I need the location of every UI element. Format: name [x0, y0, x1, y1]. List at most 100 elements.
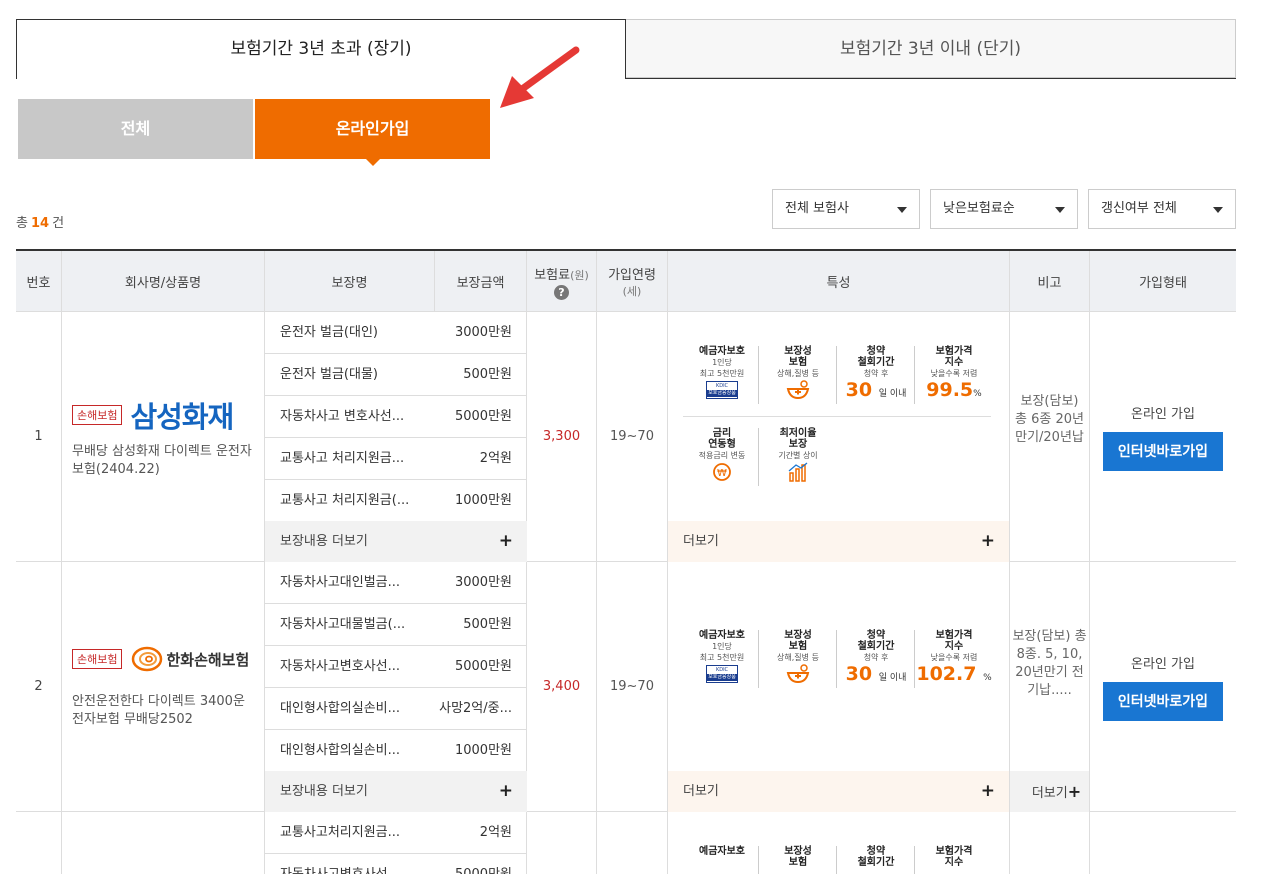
table-row: 1 손해보험 삼성화재 무배당 삼성화재 다이렉트 운전자보험(2404.22)… — [16, 312, 1236, 562]
coverage-cell: 교통사고처리지원금...2억원 자동차사고변호사선...5000만원 — [265, 812, 527, 874]
period-tabs: 보험기간 3년 초과 (장기) 보험기간 3년 이내 (단기) — [16, 19, 1236, 79]
feature-minimum-rate: 최저이율 보장 기간별 상이 — [759, 428, 837, 487]
note-more-button[interactable]: 더보기+ — [1010, 771, 1089, 812]
product-table: 번호 회사명/상품명 보장명 보장금액 보험료(원) ? 가입연령 (세) 특성 … — [16, 249, 1236, 874]
table-header: 번호 회사명/상품명 보장명 보장금액 보험료(원) ? 가입연령 (세) 특성 … — [16, 251, 1236, 312]
coverage-item: 대인형사합의실손비... 1000만원 — [265, 730, 527, 772]
note-text: 보장(담보) 총 8종. 5, 10, 20년만기 전기납..... — [1012, 629, 1087, 698]
kdic-protection-icon: KDIC 보호금융상품 — [706, 381, 738, 399]
company-cell: 손해보험 삼성화재 무배당 삼성화재 다이렉트 운전자보험(2404.22) — [62, 312, 265, 561]
company-logo: 손해보험 삼성화재 — [72, 394, 234, 436]
th-note: 비고 — [1010, 251, 1090, 312]
feature-withdrawal-period: 청약 철회기간 청약 후 30 일 이내 — [845, 630, 907, 685]
feature-protection-type: 보장성 보험 — [784, 846, 812, 868]
feature-price-index: 보험가격 지수 — [935, 846, 973, 868]
coverage-more-button[interactable]: 보장내용 더보기 + — [265, 521, 527, 562]
feature-deposit-protection: 예금자보호 — [699, 846, 745, 857]
subtab-online[interactable]: 온라인가입 — [255, 99, 490, 166]
feature-deposit-protection: 예금자보호 1인당 최고 5천만원 KDIC 보호금융상품 — [683, 630, 761, 683]
feature-price-index: 보험가격 지수 낮을수록 저렴 102.7 % — [916, 630, 992, 685]
features-cell: 예금자보호 1인당 최고 5천만원 KDIC 보호금융상품 보장성 보험 상해,질… — [668, 562, 1010, 812]
coverage-item: 운전자 벌금(대인) 3000만원 — [265, 312, 527, 354]
caret-down-icon — [1213, 207, 1223, 213]
rate-cycle-icon: ₩ — [713, 463, 731, 481]
coverage-item: 교통사고처리지원금... 2억원 — [265, 812, 527, 854]
hanwha-logo: 한화손해보험 — [130, 644, 249, 674]
join-cell: 온라인 가입 인터넷바로가입 — [1090, 312, 1236, 561]
arrow-annotation-icon — [500, 46, 580, 108]
renewal-filter-select[interactable]: 갱신여부 전체 — [1088, 189, 1236, 229]
feature-rate-linked: 금리 연동형 적용금리 변동 ₩ — [683, 428, 761, 487]
company-cell: 손해보험 한화손해보험 안전운전한다 다이렉트 3400운전자보험 무배당250… — [62, 562, 265, 811]
note-text: 보장(담보) 총 6종 20년만기/20년납 — [1010, 312, 1090, 561]
company-logo: 손해보험 한화손해보험 — [72, 644, 249, 674]
th-join: 가입형태 — [1139, 276, 1187, 291]
online-join-button[interactable]: 인터넷바로가입 — [1103, 431, 1223, 471]
th-coverage-name: 보장명 — [265, 251, 435, 312]
age-range: 19~70 — [597, 312, 668, 561]
table-row: 교통사고처리지원금...2억원 자동차사고변호사선...5000만원 예금자보호… — [16, 812, 1236, 874]
features-cell: 예금자보호 보장성 보험 청약 철회기간 보험가격 지수 — [668, 812, 1010, 874]
feature-more-button[interactable]: 더보기 + — [668, 771, 1009, 812]
th-no: 번호 — [16, 251, 62, 312]
coverage-item: 자동차사고변호사선...5000만원 — [265, 646, 527, 688]
coverage-cell: 자동차사고대인벌금... 3000만원 자동차사고대물벌금(... 500만원 자동… — [265, 562, 527, 812]
coverage-item: 교통사고 처리지원금... 2억원 — [265, 438, 527, 480]
product-name: 안전운전한다 다이렉트 3400운전자보험 무배당2502 — [72, 694, 245, 727]
coverage-cell: 운전자 벌금(대인) 3000만원 운전자 벌금(대물) 500만원 자동차사고 변… — [265, 312, 527, 562]
feature-more-button[interactable]: 더보기 + — [668, 521, 1009, 562]
feature-withdrawal-period: 청약 철회기간 청약 후 30 일 이내 — [845, 346, 907, 401]
coverage-item: 운전자 벌금(대물) 500만원 — [265, 354, 527, 396]
kdic-protection-icon: KDIC 보호금융상품 — [706, 665, 738, 683]
join-type: 온라인 가입 — [1131, 406, 1195, 422]
th-premium: 보험료(원) ? — [527, 251, 597, 312]
tab-underline — [626, 78, 1236, 79]
coverage-item: 교통사고 처리지원금(... 1000만원 — [265, 480, 527, 522]
plus-icon: + — [980, 781, 995, 801]
plus-icon: + — [980, 531, 995, 551]
coverage-item: 대인형사합의실손비... 사망2억/중... — [265, 688, 527, 730]
plus-icon: + — [1067, 782, 1082, 801]
medicine-bowl-icon — [786, 380, 810, 400]
premium-value: 3,300 — [527, 312, 597, 561]
note-cell: 보장(담보) 총 8종. 5, 10, 20년만기 전기납..... 더보기+ — [1010, 562, 1090, 812]
hanwha-swirl-icon — [132, 646, 163, 672]
feature-price-index: 보험가격 지수 낮을수록 저렴 99.5% — [926, 346, 982, 401]
premium-value: 3,400 — [527, 562, 597, 811]
product-name: 무배당 삼성화재 다이렉트 운전자보험(2404.22) — [72, 444, 252, 477]
plus-icon: + — [498, 531, 513, 551]
insurer-filter-select[interactable]: 전체 보험사 — [772, 189, 920, 229]
samsung-logo: 삼성화재 — [130, 400, 234, 434]
plus-icon: + — [498, 781, 513, 801]
th-age: 가입연령 (세) — [597, 251, 668, 312]
insurance-type-badge: 손해보험 — [72, 405, 123, 425]
coverage-item: 자동차사고대물벌금(... 500만원 — [265, 604, 527, 646]
result-count: 총 14 건 — [16, 216, 65, 231]
sort-select[interactable]: 낮은보험료순 — [930, 189, 1078, 229]
tab-short-term[interactable]: 보험기간 3년 이내 (단기) — [626, 19, 1236, 78]
bar-chart-icon — [788, 462, 808, 482]
coverage-item: 자동차사고대인벌금... 3000만원 — [265, 562, 527, 604]
feature-withdrawal-period: 청약 철회기간 — [857, 846, 895, 868]
online-join-button[interactable]: 인터넷바로가입 — [1103, 681, 1223, 721]
row-number: 2 — [16, 562, 62, 811]
coverage-item: 자동차사고변호사선...5000만원 — [265, 854, 527, 874]
insurance-type-badge: 손해보험 — [72, 649, 123, 669]
join-cell: 온라인 가입 인터넷바로가입 — [1090, 562, 1236, 811]
table-row: 2 손해보험 한화손해보험 안전운전한다 다이렉트 3400운전자보험 무배당2… — [16, 562, 1236, 812]
th-company: 회사명/상품명 — [62, 251, 265, 312]
help-icon[interactable]: ? — [554, 284, 569, 300]
th-coverage-amount: 보장금액 — [435, 251, 527, 312]
coverage-item: 자동차사고 변호사선... 5000만원 — [265, 396, 527, 438]
row-number: 1 — [16, 312, 62, 561]
caret-down-icon — [1055, 207, 1065, 213]
feature-protection-type: 보장성 보험 상해,질병 등 — [759, 630, 837, 689]
subtab-all[interactable]: 전체 — [18, 99, 253, 159]
coverage-more-button[interactable]: 보장내용 더보기 + — [265, 771, 527, 812]
svg-text:₩: ₩ — [717, 468, 727, 479]
age-range: 19~70 — [597, 562, 668, 811]
medicine-bowl-icon — [786, 664, 810, 684]
caret-down-icon — [897, 207, 907, 213]
feature-deposit-protection: 예금자보호 1인당 최고 5천만원 KDIC 보호금융상품 — [683, 346, 761, 399]
feature-protection-type: 보장성 보험 상해,질병 등 — [759, 346, 837, 405]
